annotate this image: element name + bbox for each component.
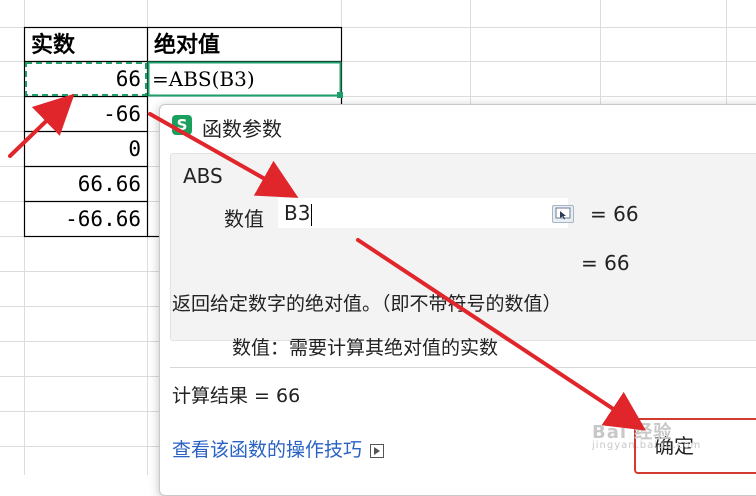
watermark-sub: jingyan.baidu.com <box>592 440 702 451</box>
value-cell[interactable]: 66.66 <box>25 167 147 201</box>
formula-result-preview: = 66 <box>581 251 630 275</box>
argument-evaluated-value: = 66 <box>590 202 639 226</box>
function-name: ABS <box>183 164 223 188</box>
function-description: 返回给定数字的绝对值。（即不带符号的数值） <box>172 293 562 315</box>
range-select-icon[interactable] <box>552 205 574 223</box>
value-cell[interactable]: -66.66 <box>25 202 147 236</box>
header-cell-abs[interactable]: 绝对值 <box>148 28 341 62</box>
header-cell-real[interactable]: 实数 <box>25 28 147 62</box>
value-cell[interactable]: 0 <box>25 132 147 166</box>
baidu-watermark: Bai 经验 jingyan.baidu.com <box>592 418 701 451</box>
function-tips-link[interactable]: 查看该函数的操作技巧 <box>172 435 385 462</box>
argument-label: 数值 <box>224 207 264 231</box>
sheet-app-icon: S <box>172 115 192 135</box>
function-tips-label: 查看该函数的操作技巧 <box>172 439 363 461</box>
argument-input-value: B3 <box>284 201 311 225</box>
tips-video-icon <box>370 443 385 458</box>
value-cell[interactable]: 66 <box>25 62 147 96</box>
dialog-title: 函数参数 <box>202 117 282 141</box>
parameter-description: 数值：需要计算其绝对值的实数 <box>232 337 499 359</box>
calculation-result: 计算结果 = 66 <box>172 385 301 407</box>
divider <box>170 367 756 368</box>
text-caret <box>311 203 313 226</box>
formula-cell[interactable]: =ABS(B3) <box>148 62 341 96</box>
argument-input[interactable]: B3 <box>278 198 568 228</box>
value-cell[interactable]: -66 <box>25 97 147 131</box>
dialog-titlebar[interactable]: S 函数参数 <box>160 105 756 145</box>
